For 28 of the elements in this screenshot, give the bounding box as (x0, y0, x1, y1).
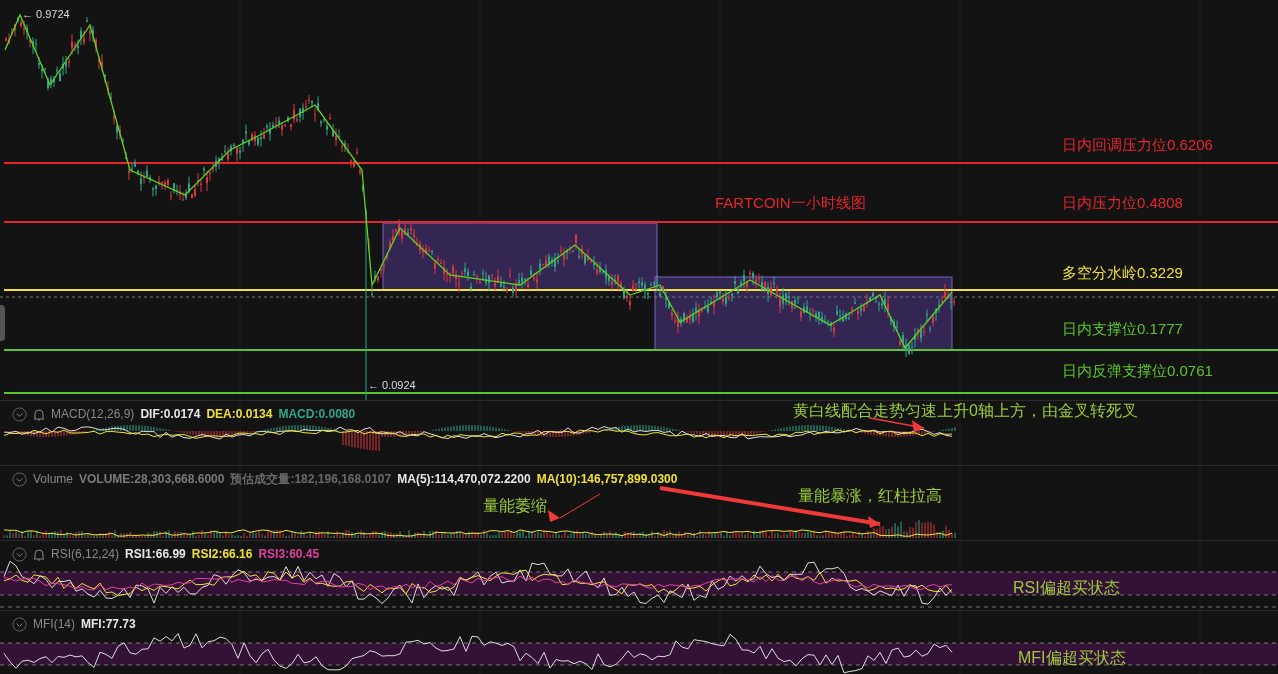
price-level-label: 日内反弹支撑位0.0761 (1062, 361, 1213, 381)
price-level-label: 多空分水岭0.3229 (1062, 263, 1183, 283)
low-price-marker: ← 0.0924 (368, 378, 416, 393)
indicator-reading: MACD:0.0080 (278, 406, 356, 423)
indicator-reading: MA(5):114,470,072.2200 (397, 471, 531, 488)
indicator-name: MACD(12,26,9) (51, 406, 135, 423)
annotation-text: 量能萎缩 (483, 496, 547, 516)
indicator-reading: DIF:0.0174 (140, 406, 201, 423)
price-level-label: 日内回调压力位0.6206 (1062, 135, 1213, 155)
indicator-name: MFI(14) (33, 616, 75, 633)
annotation-text: 黄白线配合走势匀速上升0轴上方，由金叉转死叉 (793, 401, 1138, 421)
indicator-name: Volume (33, 471, 74, 488)
indicator-reading: MFI:77.73 (81, 616, 136, 633)
indicator-name: RSI(6,12,24) (51, 546, 120, 563)
indicator-reading: RSI2:66.16 (191, 546, 253, 563)
indicator-reading: DEA:0.0134 (206, 406, 273, 423)
indicator-reading: RSI3:60.45 (258, 546, 320, 563)
chart-title: FARTCOIN一小时线图 (715, 193, 866, 213)
indicator-reading: RSI1:66.99 (125, 546, 186, 563)
price-level-label: 日内压力位0.4808 (1062, 193, 1183, 213)
high-price-marker: ← 0.9724 (22, 7, 70, 22)
indicator-reading: VOLUME:28,303,668.6000 (79, 471, 225, 488)
price-level-label: 日内支撑位0.1777 (1062, 319, 1183, 339)
indicator-reading: MA(10):146,757,899.0300 (536, 471, 678, 488)
annotation-text: 量能暴涨，红柱拉高 (798, 486, 942, 506)
indicator-reading: 预估成交量:182,196,168.0107 (230, 471, 392, 488)
annotation-text: MFI偏超买状态 (1018, 648, 1126, 668)
annotation-text: RSI偏超买状态 (1013, 578, 1120, 598)
